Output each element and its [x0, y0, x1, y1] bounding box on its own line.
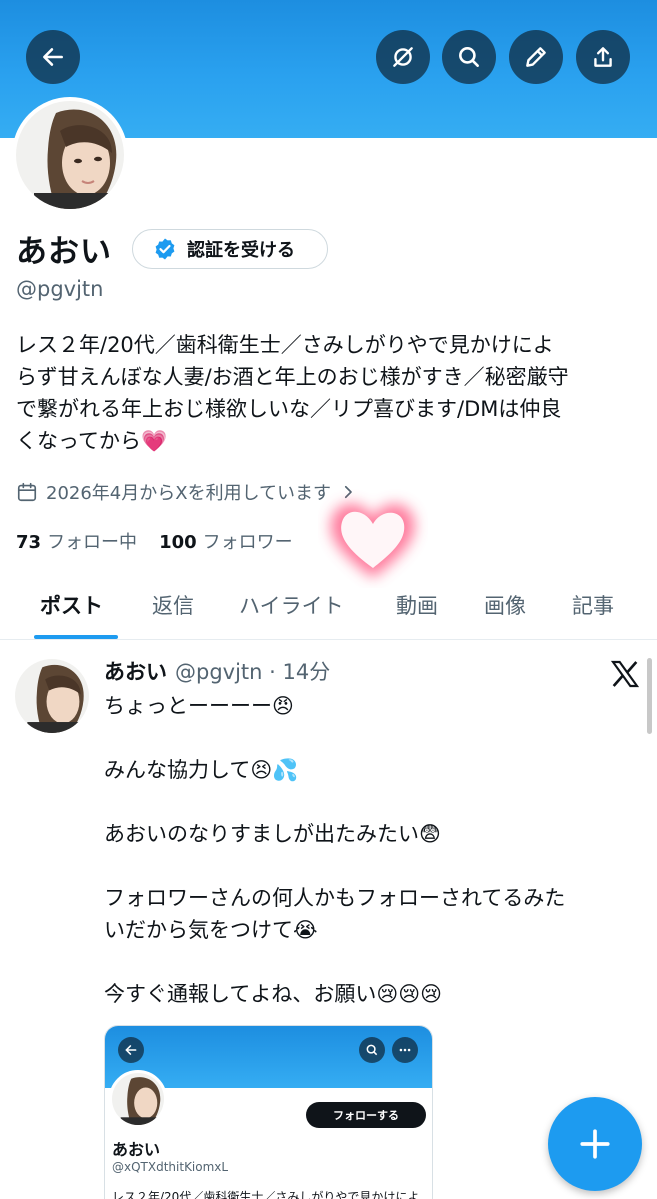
- post-text-line: フォロワーさんの何人かもフォローされてるみた: [104, 886, 566, 910]
- embed-back-icon: [118, 1037, 144, 1063]
- embed-name: あおい: [112, 1140, 161, 1159]
- back-button[interactable]: [26, 30, 80, 84]
- bio-line: レス２年/20代／歯科衛生士／さみしがりやで見かけによ: [16, 333, 554, 357]
- tab-articles[interactable]: 記事: [572, 590, 614, 620]
- embed-bio: レス２年/20代／歯科衛生士／さみしがりやで見かけによ: [112, 1190, 420, 1199]
- following-link[interactable]: 73 フォロー中: [16, 528, 137, 554]
- heart-sticker: [330, 503, 415, 578]
- post-image[interactable]: フォローする あおい @xQTXdthitKiomxL レス２年/20代／歯科衛…: [104, 1025, 433, 1199]
- search-button[interactable]: [442, 30, 496, 84]
- post-author-name[interactable]: あおい: [104, 656, 167, 686]
- post-meta: @pgvjtn · 14分: [175, 660, 331, 684]
- post-text-line: ちょっとーーーー😠: [104, 694, 294, 718]
- embed-search-icon: [359, 1037, 385, 1063]
- tab-replies[interactable]: 返信: [152, 590, 194, 620]
- bio-line-text: くなってから: [16, 429, 141, 453]
- embed-more-icon: [392, 1037, 418, 1063]
- grok-button[interactable]: [376, 30, 430, 84]
- arrow-left-icon: [43, 48, 63, 66]
- pink-heart-emoji: 💗: [140, 429, 168, 453]
- post-text-line: いだから気をつけて😭: [104, 918, 318, 942]
- post-avatar[interactable]: [15, 659, 89, 733]
- tab-images[interactable]: 画像: [484, 590, 526, 620]
- post-header: あおい @pgvjtn · 14分: [104, 656, 330, 686]
- post-text-line: みんな協力して😣💦: [104, 758, 299, 782]
- bio-line: くなってから💗: [16, 425, 641, 457]
- profile-name: あおい: [16, 234, 112, 270]
- post-text-line: 今すぐ通報してよね、お願い😢😢😢: [104, 982, 443, 1006]
- bio-line: らず甘えんぼな人妻/お酒と年上のおじ様がすき／秘密厳守: [16, 365, 569, 389]
- following-label: フォロー中: [47, 532, 138, 553]
- pencil-icon: [526, 47, 546, 67]
- avatar-photo: [16, 101, 124, 209]
- edit-button[interactable]: [509, 30, 563, 84]
- followers-count: 100: [159, 532, 197, 553]
- follow-stats: 73 フォロー中 100 フォロワー: [16, 528, 293, 554]
- tab-highlights[interactable]: ハイライト: [239, 590, 344, 620]
- verified-badge-icon: [155, 238, 175, 260]
- search-icon: [459, 47, 479, 67]
- bio-line: で繋がれる年上おじ様欲しいな／リプ喜びます/DMは仲良: [16, 397, 562, 421]
- embed-handle: @xQTXdthitKiomxL: [112, 1160, 229, 1174]
- compose-button[interactable]: [548, 1097, 642, 1191]
- grok-icon: [393, 47, 413, 67]
- share-button[interactable]: [576, 30, 630, 84]
- active-tab-indicator: [34, 635, 118, 639]
- profile-bio: レス２年/20代／歯科衛生士／さみしがりやで見かけによ らず甘えんぼな人妻/お酒…: [16, 329, 641, 457]
- profile-avatar[interactable]: [12, 97, 128, 213]
- x-logo-icon: [610, 660, 640, 688]
- followers-label: フォロワー: [202, 532, 293, 553]
- tab-posts[interactable]: ポスト: [40, 590, 103, 620]
- avatar-photo: [15, 659, 89, 733]
- plus-icon: [580, 1129, 610, 1159]
- followers-link[interactable]: 100 フォロワー: [159, 528, 293, 554]
- tab-videos[interactable]: 動画: [396, 590, 438, 620]
- share-icon: [594, 47, 612, 67]
- scrollbar[interactable]: [647, 658, 652, 734]
- embed-follow-button: フォローする: [306, 1102, 426, 1128]
- get-verified-button[interactable]: 認証を受ける: [132, 229, 328, 269]
- joined-date[interactable]: 2026年4月からXを利用しています: [16, 479, 357, 505]
- profile-handle: @pgvjtn: [16, 277, 104, 301]
- joined-text: 2026年4月からXを利用しています: [46, 483, 332, 504]
- post-text-line: あおいのなりすましが出たみたい😨: [104, 822, 441, 846]
- calendar-icon: [17, 482, 37, 502]
- embed-avatar: [109, 1070, 167, 1128]
- profile-tabs: ポスト 返信 ハイライト 動画 画像 記事: [0, 580, 657, 640]
- get-verified-label: 認証を受ける: [187, 240, 295, 261]
- following-count: 73: [16, 532, 42, 553]
